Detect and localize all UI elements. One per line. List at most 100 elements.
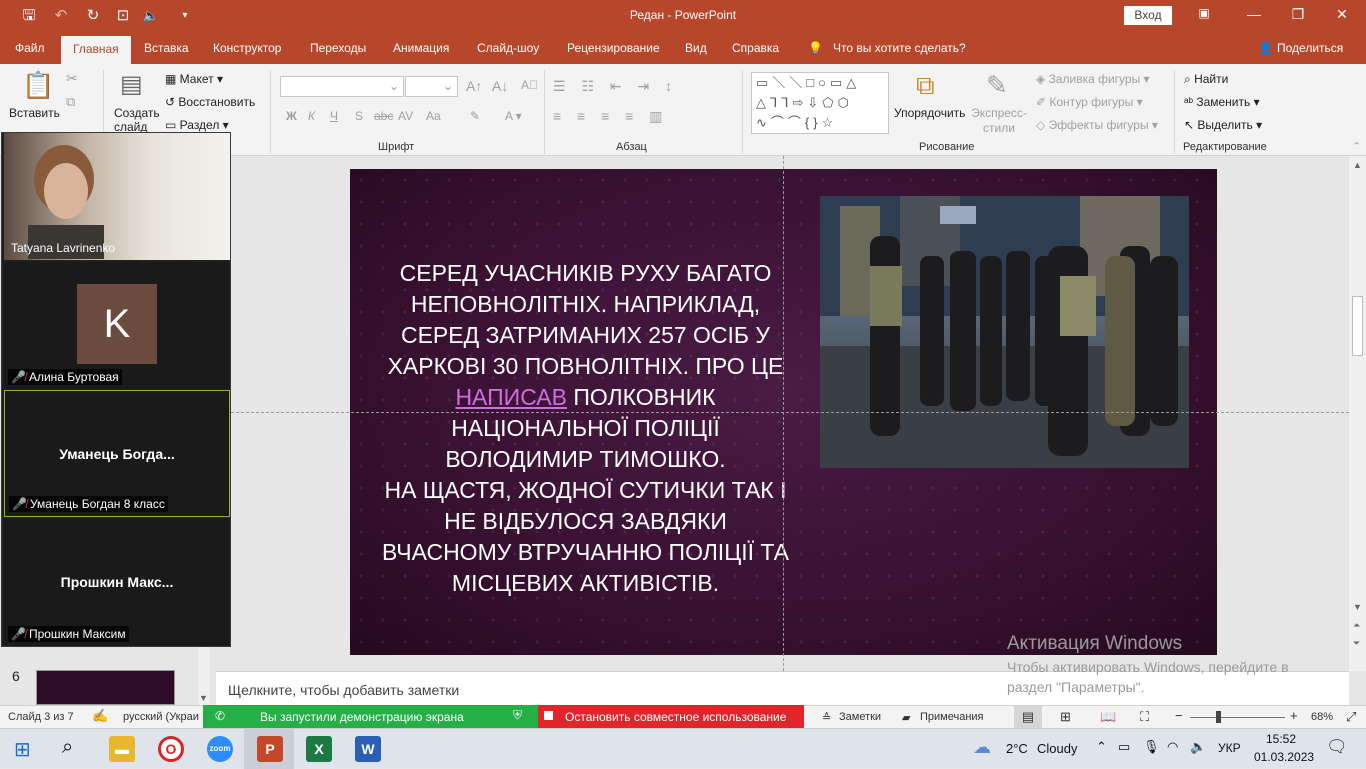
- tray-chevron-icon[interactable]: ⌃: [1096, 739, 1107, 755]
- scroll-thumb[interactable]: [1352, 296, 1363, 356]
- tab-transitions[interactable]: Переходы: [310, 41, 366, 55]
- list-icons[interactable]: ☰ ☷ ⇤ ⇥ ↕: [553, 78, 678, 95]
- shrink-font-icon[interactable]: A↓: [492, 78, 508, 94]
- weather-temp[interactable]: 2°C: [1006, 741, 1028, 756]
- new-slide-icon[interactable]: ▤: [120, 70, 143, 99]
- italic-button[interactable]: К: [308, 109, 315, 123]
- clock-time[interactable]: 15:52: [1266, 732, 1296, 746]
- file-explorer-icon[interactable]: ▬: [109, 736, 135, 762]
- select-button[interactable]: ↖ Выделить ▾: [1184, 118, 1262, 132]
- shape-fill-button[interactable]: ◈ Заливка фигуры ▾: [1036, 72, 1150, 86]
- share-button[interactable]: Поделиться: [1277, 41, 1343, 55]
- copy-icon[interactable]: ⧉: [66, 94, 75, 110]
- notes-toggle-button[interactable]: Заметки: [839, 711, 881, 723]
- close-icon[interactable]: ✕: [1322, 6, 1362, 23]
- sorter-view-icon[interactable]: ⊞: [1060, 709, 1071, 725]
- new-slide-button[interactable]: Создать слайд: [114, 106, 162, 134]
- maximize-icon[interactable]: ❐: [1278, 6, 1318, 23]
- comments-button[interactable]: Примечания: [920, 711, 984, 723]
- zoom-slider[interactable]: [1190, 717, 1285, 718]
- highlight-icon[interactable]: ✎: [470, 109, 480, 123]
- search-icon[interactable]: ⌕: [62, 736, 73, 759]
- powerpoint-icon[interactable]: P: [257, 736, 283, 762]
- minimize-icon[interactable]: —: [1234, 6, 1274, 22]
- weather-text[interactable]: Cloudy: [1037, 741, 1077, 756]
- opera-icon[interactable]: O: [158, 736, 184, 762]
- participant-name-tile[interactable]: Уманець Богда... 🎤̸ Уманець Богдан 8 клас…: [4, 390, 230, 517]
- zoom-in-icon[interactable]: +: [1290, 708, 1298, 723]
- zoom-stop-share-button[interactable]: Остановить совместное использование: [538, 705, 804, 728]
- reset-button[interactable]: ↺ Восстановить: [165, 95, 255, 109]
- paste-button[interactable]: Вставить: [9, 106, 60, 120]
- arrange-icon[interactable]: ⧉: [916, 70, 935, 102]
- language-indicator[interactable]: русский (Украи: [123, 711, 199, 723]
- zoom-level[interactable]: 68%: [1311, 711, 1333, 723]
- tab-home[interactable]: Главная: [61, 36, 131, 64]
- notes-toggle-icon[interactable]: ≙: [822, 711, 831, 724]
- share-icon[interactable]: 👤: [1258, 41, 1273, 55]
- font-color-icon[interactable]: A ▾: [505, 109, 522, 123]
- slide-text-box[interactable]: Серед учасників руху багато неповнолітні…: [378, 258, 793, 599]
- windows-start-icon[interactable]: ⊞: [14, 737, 31, 762]
- spellcheck-icon[interactable]: ✍: [92, 708, 108, 724]
- fit-slide-icon[interactable]: ⤢: [1346, 709, 1356, 725]
- arrange-button[interactable]: Упорядочить: [894, 106, 965, 120]
- zoom-slider-thumb[interactable]: [1216, 711, 1221, 723]
- shapes-gallery[interactable]: ▭＼＼□○▭△ △⅂⅂⇨⇩⬠⬡ ∿⌒⌒{}☆: [751, 72, 889, 134]
- paste-icon[interactable]: 📋: [22, 70, 54, 101]
- font-size-select[interactable]: ⌄: [405, 76, 458, 97]
- underline-button[interactable]: Ч: [330, 109, 338, 123]
- strike-button[interactable]: abc: [374, 109, 393, 123]
- reading-view-icon[interactable]: 📖: [1100, 709, 1116, 725]
- section-button[interactable]: ▭ Раздел ▾: [165, 118, 229, 132]
- cut-icon[interactable]: ✂: [66, 70, 78, 87]
- ribbon-display-icon[interactable]: ▣: [1184, 6, 1224, 20]
- previous-slide-icon[interactable]: ⏶: [1353, 620, 1360, 631]
- layout-button[interactable]: ▦ Макет ▾: [165, 72, 223, 86]
- comments-icon[interactable]: ▰: [902, 711, 910, 724]
- bold-button[interactable]: Ж: [286, 109, 297, 123]
- slide-hyperlink[interactable]: написав: [455, 384, 567, 410]
- login-button[interactable]: Вход: [1124, 6, 1172, 25]
- network-icon[interactable]: ◠: [1167, 739, 1178, 755]
- vertical-scrollbar[interactable]: ▲ ▼ ⏶ ⏷: [1349, 156, 1366, 671]
- notifications-icon[interactable]: 🗨: [1326, 737, 1348, 757]
- tab-file[interactable]: Файл: [15, 41, 45, 55]
- next-slide-icon[interactable]: ⏷: [1353, 638, 1360, 649]
- grow-font-icon[interactable]: A↑: [466, 78, 482, 94]
- shape-effects-button[interactable]: ◇ Эффекты фигуры ▾: [1036, 118, 1158, 132]
- spacing-button[interactable]: AV: [398, 109, 413, 123]
- scroll-down-icon[interactable]: ▼: [199, 693, 208, 703]
- clear-format-icon[interactable]: A⃠: [521, 78, 538, 92]
- zoom-out-icon[interactable]: −: [1175, 708, 1183, 723]
- slide-photo[interactable]: [820, 196, 1189, 468]
- tab-view[interactable]: Вид: [685, 41, 707, 55]
- shadow-button[interactable]: S: [355, 109, 363, 123]
- thumbnail-slide-6[interactable]: [36, 670, 175, 705]
- participant-avatar-tile[interactable]: K 🎤̸ Алина Буртовая: [4, 262, 230, 389]
- tab-help[interactable]: Справка: [732, 41, 779, 55]
- tell-me-search[interactable]: Что вы хотите сделать?: [833, 41, 966, 55]
- find-button[interactable]: ⌕ Найти: [1184, 72, 1228, 87]
- keyboard-language[interactable]: УКР: [1218, 741, 1241, 755]
- word-icon[interactable]: W: [355, 736, 381, 762]
- excel-icon[interactable]: X: [306, 736, 332, 762]
- scroll-up-icon[interactable]: ▲: [1353, 160, 1362, 170]
- tab-insert[interactable]: Вставка: [144, 41, 189, 55]
- participant-video-tile[interactable]: Tatyana Lavrinenko: [4, 133, 230, 260]
- volume-icon[interactable]: 🔈: [1190, 739, 1206, 755]
- slideshow-view-icon[interactable]: ⛶: [1140, 709, 1149, 725]
- quick-styles-icon[interactable]: ✎: [986, 70, 1008, 101]
- normal-view-icon[interactable]: ▤: [1014, 706, 1042, 728]
- replace-button[interactable]: ᵃᵇ Заменить ▾: [1184, 95, 1260, 109]
- clock-date[interactable]: 01.03.2023: [1254, 750, 1314, 764]
- align-icons[interactable]: ≡ ≡ ≡ ≡ ▥: [553, 108, 668, 125]
- collapse-ribbon-icon[interactable]: ⌃: [1352, 140, 1361, 153]
- battery-icon[interactable]: ▭: [1118, 739, 1130, 755]
- font-name-select[interactable]: ⌄: [280, 76, 404, 97]
- shape-outline-button[interactable]: ✐ Контур фигуры ▾: [1036, 95, 1143, 109]
- tab-review[interactable]: Рецензирование: [567, 41, 660, 55]
- tab-design[interactable]: Конструктор: [213, 41, 281, 55]
- microphone-icon[interactable]: 🎙: [1143, 739, 1160, 755]
- tab-animation[interactable]: Анимация: [393, 41, 449, 55]
